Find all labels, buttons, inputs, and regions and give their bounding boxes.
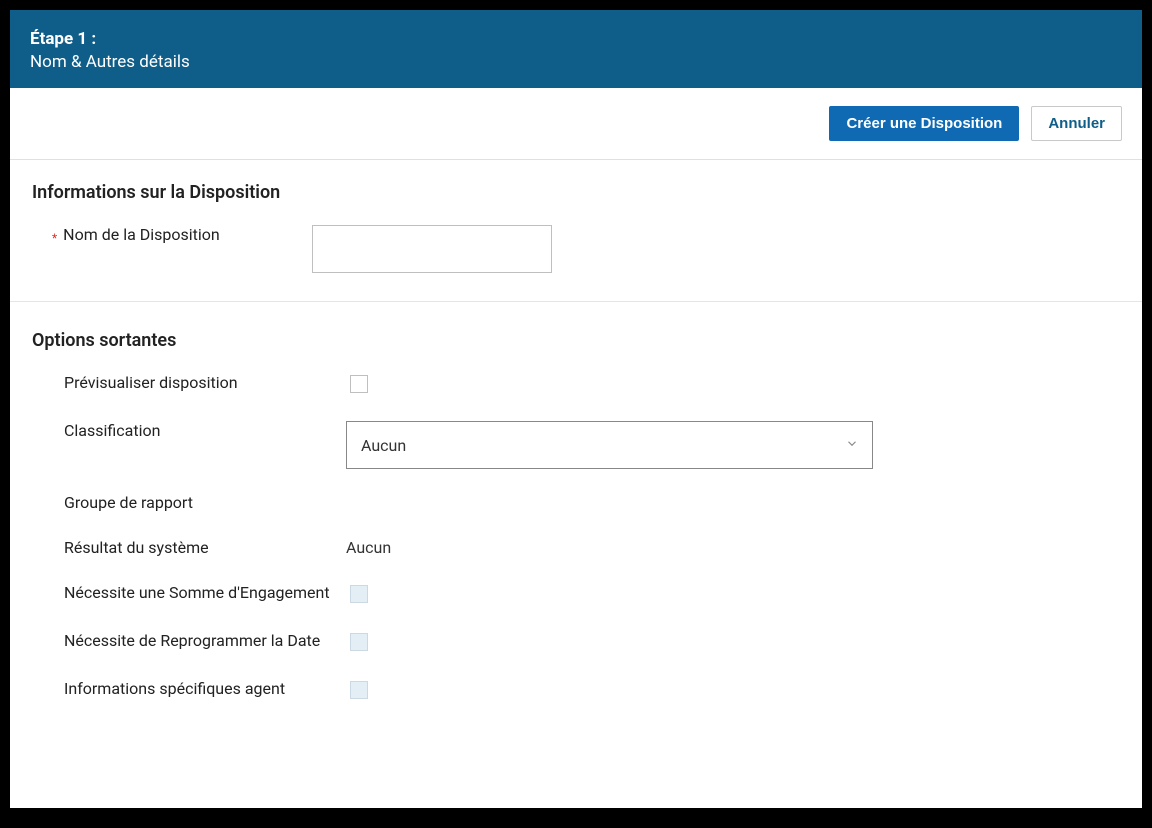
section-title-outgoing-options: Options sortantes <box>32 330 1120 351</box>
reschedule-checkbox[interactable] <box>350 633 368 651</box>
row-disposition-name: * Nom de la Disposition <box>32 225 1120 273</box>
content-area: Informations sur la Disposition * Nom de… <box>10 160 1142 808</box>
create-disposition-button[interactable]: Créer une Disposition <box>829 106 1019 141</box>
row-classification: Classification Aucun <box>32 421 1120 469</box>
report-group-label: Groupe de rapport <box>64 493 193 514</box>
reschedule-label: Nécessite de Reprogrammer la Date <box>64 631 320 652</box>
step-label: Étape 1 : <box>30 28 1122 50</box>
label-col: Groupe de rapport <box>32 493 346 514</box>
commitment-checkbox[interactable] <box>350 585 368 603</box>
input-col <box>346 631 1120 655</box>
label-col: Classification <box>32 421 346 442</box>
input-col: Aucun <box>346 421 1120 469</box>
label-col: * Nom de la Disposition <box>32 225 312 246</box>
row-reschedule: Nécessite de Reprogrammer la Date <box>32 631 1120 655</box>
input-col <box>312 225 1120 273</box>
system-result-value: Aucun <box>346 538 391 557</box>
agent-info-label: Informations spécifiques agent <box>64 679 285 700</box>
disposition-name-label: Nom de la Disposition <box>63 225 220 246</box>
disposition-name-input[interactable] <box>312 225 552 273</box>
step-subtitle: Nom & Autres détails <box>30 52 1122 72</box>
classification-label: Classification <box>64 421 160 442</box>
input-col <box>346 679 1120 703</box>
classification-select-wrap: Aucun <box>346 421 873 469</box>
input-col <box>346 583 1120 607</box>
label-col: Nécessite une Somme d'Engagement <box>32 583 346 604</box>
required-indicator: * <box>52 231 57 245</box>
agent-info-checkbox[interactable] <box>350 681 368 699</box>
label-col: Résultat du système <box>32 538 346 559</box>
toolbar: Créer une Disposition Annuler <box>10 88 1142 160</box>
row-preview: Prévisualiser disposition <box>32 373 1120 397</box>
system-result-label: Résultat du système <box>64 538 209 559</box>
dialog-header: Étape 1 : Nom & Autres détails <box>10 10 1142 88</box>
commitment-label: Nécessite une Somme d'Engagement <box>64 583 330 604</box>
preview-label: Prévisualiser disposition <box>64 373 238 394</box>
dialog-container: Étape 1 : Nom & Autres détails Créer une… <box>10 10 1142 808</box>
classification-value: Aucun <box>361 436 406 455</box>
input-col <box>346 373 1120 397</box>
label-col: Nécessite de Reprogrammer la Date <box>32 631 346 652</box>
row-system-result: Résultat du système Aucun <box>32 538 1120 559</box>
section-title-disposition-info: Informations sur la Disposition <box>32 182 1120 203</box>
label-col: Informations spécifiques agent <box>32 679 346 700</box>
preview-checkbox[interactable] <box>350 375 368 393</box>
input-col: Aucun <box>346 538 1120 557</box>
row-report-group: Groupe de rapport <box>32 493 1120 514</box>
row-commitment: Nécessite une Somme d'Engagement <box>32 583 1120 607</box>
classification-select[interactable]: Aucun <box>346 421 873 469</box>
label-col: Prévisualiser disposition <box>32 373 346 394</box>
cancel-button[interactable]: Annuler <box>1031 106 1122 141</box>
row-agent-info: Informations spécifiques agent <box>32 679 1120 703</box>
divider <box>10 301 1142 302</box>
